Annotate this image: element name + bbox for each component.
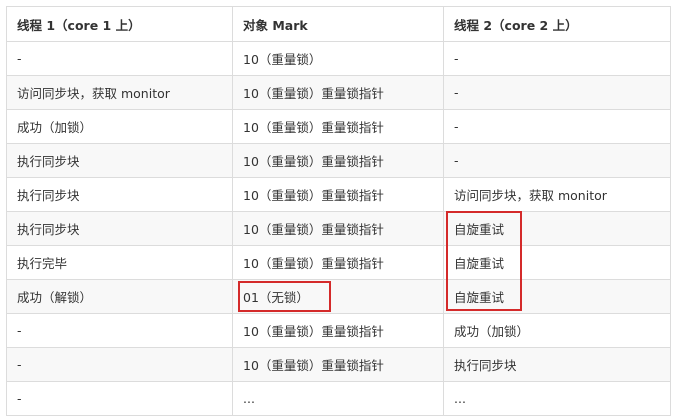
table-row: - 10（重量锁）重量锁指针 成功（加锁） bbox=[6, 313, 671, 348]
table-row: - 10（重量锁） - bbox=[6, 41, 671, 76]
table-header-row: 线程 1（core 1 上） 对象 Mark 线程 2（core 2 上） bbox=[6, 6, 671, 42]
cell-thread1: - bbox=[6, 41, 233, 76]
cell-object-mark: 10（重量锁）重量锁指针 bbox=[232, 313, 444, 348]
cell-thread2: - bbox=[443, 109, 671, 144]
cell-thread1: 成功（解锁） bbox=[6, 279, 233, 314]
cell-object-mark: 10（重量锁）重量锁指针 bbox=[232, 75, 444, 110]
cell-thread2: - bbox=[443, 75, 671, 110]
table-row: 成功（解锁） 01（无锁） 自旋重试 bbox=[6, 279, 671, 314]
table-row: 执行同步块 10（重量锁）重量锁指针 自旋重试 bbox=[6, 211, 671, 246]
cell-thread1: 执行同步块 bbox=[6, 143, 233, 178]
cell-object-mark: 10（重量锁）重量锁指针 bbox=[232, 177, 444, 212]
cell-thread2: 执行同步块 bbox=[443, 347, 671, 382]
table-row: 执行完毕 10（重量锁）重量锁指针 自旋重试 bbox=[6, 245, 671, 280]
table-row: 访问同步块，获取 monitor 10（重量锁）重量锁指针 - bbox=[6, 75, 671, 110]
lock-state-table: 线程 1（core 1 上） 对象 Mark 线程 2（core 2 上） - … bbox=[6, 6, 671, 416]
cell-thread1: 执行完毕 bbox=[6, 245, 233, 280]
lock-state-table-container: 线程 1（core 1 上） 对象 Mark 线程 2（core 2 上） - … bbox=[6, 6, 671, 416]
cell-thread2: - bbox=[443, 143, 671, 178]
cell-thread2: 访问同步块，获取 monitor bbox=[443, 177, 671, 212]
cell-object-mark: 10（重量锁）重量锁指针 bbox=[232, 211, 444, 246]
table-row: 执行同步块 10（重量锁）重量锁指针 - bbox=[6, 143, 671, 178]
cell-thread1: - bbox=[6, 313, 233, 348]
table-row: - ... ... bbox=[6, 381, 671, 416]
cell-thread2: 自旋重试 bbox=[443, 279, 671, 314]
cell-thread2: 成功（加锁） bbox=[443, 313, 671, 348]
cell-thread1: - bbox=[6, 381, 233, 416]
header-thread1: 线程 1（core 1 上） bbox=[6, 6, 233, 42]
cell-object-mark: 10（重量锁）重量锁指针 bbox=[232, 143, 444, 178]
cell-thread1: 执行同步块 bbox=[6, 177, 233, 212]
cell-object-mark: 10（重量锁）重量锁指针 bbox=[232, 245, 444, 280]
cell-thread1: 成功（加锁） bbox=[6, 109, 233, 144]
cell-thread1: 执行同步块 bbox=[6, 211, 233, 246]
cell-object-mark: 10（重量锁）重量锁指针 bbox=[232, 109, 444, 144]
cell-object-mark: 01（无锁） bbox=[232, 279, 444, 314]
cell-thread2: - bbox=[443, 41, 671, 76]
table-row: - 10（重量锁）重量锁指针 执行同步块 bbox=[6, 347, 671, 382]
cell-thread2: 自旋重试 bbox=[443, 245, 671, 280]
table-row: 执行同步块 10（重量锁）重量锁指针 访问同步块，获取 monitor bbox=[6, 177, 671, 212]
cell-object-mark: ... bbox=[232, 381, 444, 416]
cell-thread2: ... bbox=[443, 381, 671, 416]
table-row: 成功（加锁） 10（重量锁）重量锁指针 - bbox=[6, 109, 671, 144]
header-object-mark: 对象 Mark bbox=[232, 6, 444, 42]
cell-thread2: 自旋重试 bbox=[443, 211, 671, 246]
cell-object-mark: 10（重量锁） bbox=[232, 41, 444, 76]
header-thread2: 线程 2（core 2 上） bbox=[443, 6, 671, 42]
cell-object-mark: 10（重量锁）重量锁指针 bbox=[232, 347, 444, 382]
cell-thread1: 访问同步块，获取 monitor bbox=[6, 75, 233, 110]
cell-thread1: - bbox=[6, 347, 233, 382]
